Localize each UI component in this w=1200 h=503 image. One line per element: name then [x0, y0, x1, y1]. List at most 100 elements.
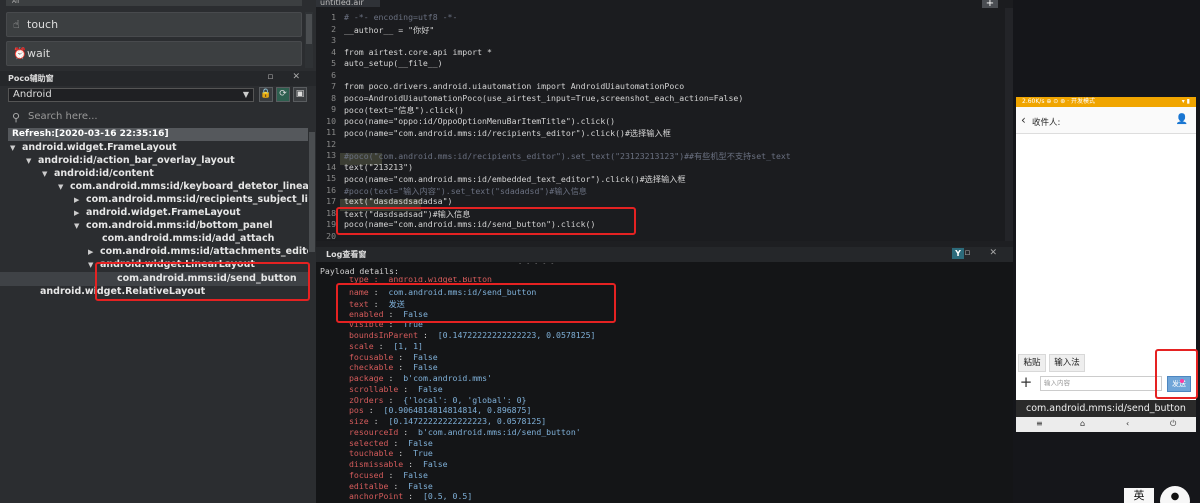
log-entry: anchorPoint : [0.5, 0.5]	[349, 491, 472, 501]
panel-window-icons[interactable]: ▫ ✕	[267, 72, 308, 82]
recipient-label[interactable]: 收件人:	[1032, 116, 1060, 128]
tree-node[interactable]: ▼ com.android.mms:id/bottom_panel	[74, 219, 273, 232]
code-line[interactable]: __author__ = "你好"	[344, 24, 434, 36]
log-separator: :	[403, 491, 423, 502]
ime-language-badge[interactable]: 英	[1124, 488, 1154, 503]
log-entry: package : b'com.android.mms'	[349, 373, 492, 383]
add-attachment-icon[interactable]: +	[1018, 374, 1034, 392]
panel-window-icons[interactable]: ▫ ✕	[964, 248, 1005, 258]
tree-node[interactable]: com.android.mms:id/add_attach	[102, 232, 274, 245]
expand-icon[interactable]: ▼	[58, 181, 64, 194]
code-line[interactable]: poco=AndroidUiautomationPoco(use_airtest…	[344, 93, 743, 103]
back-icon[interactable]: ‹	[1126, 419, 1129, 428]
log-value: [0.14722222222222223, 0.0578125]	[388, 416, 547, 426]
add-tab-button[interactable]: +	[982, 0, 998, 9]
nav-bar: ≡ ⌂ ‹ ⏻	[1016, 417, 1196, 432]
touch-label: touch	[27, 18, 59, 31]
tree-node[interactable]: ▼ com.android.mms:id/keyboard_detetor_lin…	[58, 180, 334, 193]
log-entry: scale : [1, 1]	[349, 341, 423, 351]
log-entry: focused : False	[349, 470, 428, 480]
editor-scrollbar[interactable]	[1005, 8, 1013, 241]
tree-node[interactable]: ▼ android:id/action_bar_overlay_layout	[26, 154, 235, 167]
wait-button[interactable]: ⏰ wait	[6, 41, 302, 66]
code-line[interactable]: poco(name="oppo:id/OppoOptionMenuBarItem…	[344, 116, 615, 126]
editor-tab[interactable]: untitled.air	[316, 0, 380, 7]
add-contact-icon[interactable]: 👤	[1176, 114, 1188, 125]
line-number: 13	[326, 150, 336, 160]
log-key: focusable	[349, 351, 394, 362]
log-entry: zOrders : {'local': 0, 'global': 0}	[349, 395, 526, 405]
log-separator: :	[373, 340, 394, 351]
code-line[interactable]: from poco.drivers.android.uiautomation i…	[344, 81, 684, 91]
command-scrollbar[interactable]	[305, 12, 313, 68]
log-value: False	[422, 459, 448, 469]
code-line[interactable]: poco(name="com.android.mms:id/recipients…	[344, 127, 671, 139]
line-number: 17	[326, 196, 336, 206]
log-value: False	[408, 480, 433, 491]
log-key: selected	[349, 437, 389, 448]
line-number: 10	[326, 115, 336, 126]
log-entry: boundsInParent : [0.14722222222222223, 0…	[349, 330, 595, 340]
line-number: 6	[331, 69, 336, 80]
poco-panel-title: Poco辅助窗	[8, 74, 54, 83]
log-entry: focusable : False	[349, 352, 438, 362]
home-icon[interactable]: ⌂	[1080, 419, 1085, 428]
refresh-icon[interactable]: ⟳	[276, 87, 290, 102]
highlight-box-log	[336, 283, 616, 323]
code-line[interactable]: poco(text="信息").click()	[344, 104, 464, 116]
command-dropdown[interactable]: All	[6, 0, 302, 6]
code-line[interactable]: from airtest.core.api import *	[344, 47, 492, 57]
platform-select[interactable]: Android ▼	[8, 88, 254, 102]
log-key: zOrders	[349, 394, 384, 405]
lock-icon[interactable]: 🔒	[259, 87, 273, 102]
code-line[interactable]: text("213213")	[344, 162, 413, 172]
log-key: boundsInParent	[349, 330, 419, 340]
log-key: focused	[349, 469, 384, 480]
tree-node[interactable]: ▶ com.android.mms:id/attachments_editor	[88, 245, 318, 258]
clock-icon: ⏰	[13, 47, 27, 60]
expand-icon[interactable]: ▼	[42, 168, 48, 181]
log-separator: :	[363, 405, 384, 416]
log-key: touchable	[349, 448, 394, 459]
tree-node[interactable]: ▼ android.widget.FrameLayout	[10, 141, 177, 154]
code-line[interactable]: #poco(text="输入内容").set_text("sdadadsd")#…	[344, 185, 587, 197]
tree-node[interactable]: ▶ android.widget.FrameLayout	[74, 206, 241, 219]
line-number: 4	[331, 46, 336, 57]
expand-icon[interactable]: ▼	[26, 155, 32, 168]
inspect-icon[interactable]: ▣	[293, 87, 307, 102]
touch-button[interactable]: ☝ touch	[6, 12, 302, 37]
expand-icon[interactable]: ▼	[74, 220, 80, 233]
line-number: 9	[331, 104, 336, 114]
search-input[interactable]: ⚲ Search here...	[6, 109, 308, 126]
line-number: 16	[326, 184, 336, 195]
expand-icon[interactable]: ▼	[10, 142, 16, 155]
hand-icon: ☝	[13, 18, 20, 31]
back-arrow-icon[interactable]: ‹	[1021, 113, 1026, 127]
line-number: 20	[326, 230, 336, 241]
log-value: False	[418, 383, 443, 394]
code-line[interactable]: auto_setup(__file__)	[344, 58, 443, 68]
tree-node[interactable]: ▶ com.android.mms:id/recipients_subject_l…	[74, 193, 332, 206]
paste-button[interactable]: 粘贴	[1018, 354, 1046, 372]
log-value: True	[413, 448, 433, 459]
tree-node[interactable]: ▼ android:id/content	[42, 167, 154, 180]
log-separator: :	[393, 362, 414, 373]
log-separator: :	[398, 426, 419, 437]
menu-icon[interactable]: ≡	[1036, 419, 1043, 428]
status-text: 2.60K/s ⊕ ⊙ ⊛ · 开发模式	[1022, 98, 1095, 105]
code-line[interactable]: # -*- encoding=utf8 -*-	[344, 12, 457, 22]
power-icon[interactable]: ⏻	[1170, 419, 1176, 429]
log-separator: :	[388, 480, 409, 491]
expand-icon[interactable]: ▼	[88, 259, 94, 272]
log-entry: touchable : True	[349, 448, 433, 458]
code-line[interactable]: poco(name="com.android.mms:id/embedded_t…	[344, 173, 686, 185]
log-separator: :	[383, 394, 404, 405]
code-line[interactable]: #poco("com.android.mms:id/recipients_edi…	[344, 150, 791, 162]
log-entry: checkable : False	[349, 362, 438, 372]
code-line[interactable]: text("dasdasdsadadsa")	[344, 196, 452, 206]
message-input[interactable]: 输入内容	[1040, 376, 1162, 391]
input-method-button[interactable]: 输入法	[1049, 354, 1085, 372]
filter-icon[interactable]: Y	[952, 248, 964, 259]
line-number: 15	[326, 173, 336, 183]
refresh-timestamp[interactable]: Refresh:[2020-03-16 22:35:16]	[8, 128, 308, 141]
